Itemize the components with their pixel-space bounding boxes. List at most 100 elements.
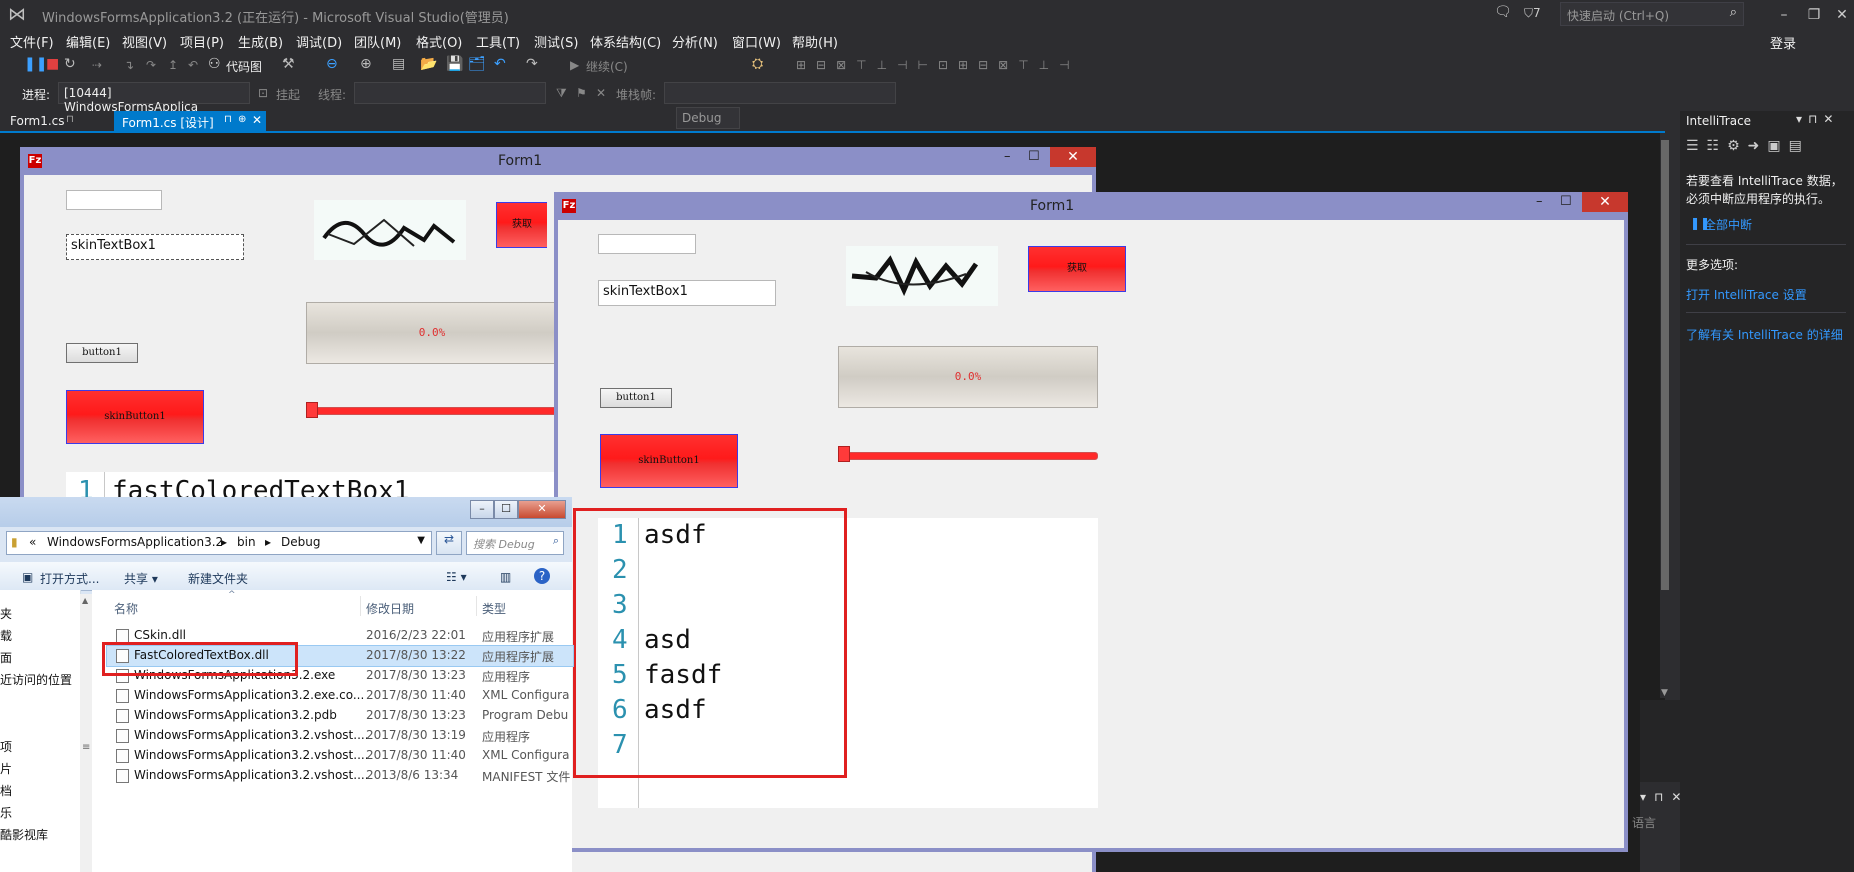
column-date[interactable]: 修改日期: [366, 600, 414, 617]
explorer-close-button[interactable]: ✕: [518, 500, 566, 519]
nav-item[interactable]: 酷影视库: [0, 826, 48, 843]
small-textbox[interactable]: [598, 234, 696, 254]
captcha-image[interactable]: [846, 246, 998, 306]
menu-team[interactable]: 团队(M): [354, 32, 401, 51]
open-settings-link[interactable]: 打开 IntelliTrace 设置: [1686, 286, 1807, 303]
address-dropdown-icon[interactable]: ▼: [417, 535, 425, 546]
show-next-statement-icon[interactable]: ⇢: [92, 58, 102, 72]
menu-build[interactable]: 生成(B): [238, 32, 283, 51]
search-input[interactable]: 搜索 Debug ⌕: [466, 531, 564, 555]
close-button[interactable]: ✕: [1828, 4, 1854, 26]
save-icon[interactable]: 💾: [446, 56, 463, 72]
new-folder-button[interactable]: 新建文件夹: [188, 570, 248, 587]
nav-item[interactable]: 载: [0, 627, 12, 644]
pin-icon[interactable]: ⊓: [224, 114, 232, 125]
address-prefix[interactable]: «: [29, 535, 36, 549]
suspend-icon[interactable]: ⊡: [258, 86, 268, 100]
tab-form1-cs[interactable]: Form1.cs ⊓: [2, 111, 112, 131]
menu-file[interactable]: 文件(F): [10, 32, 54, 51]
menu-debug[interactable]: 调试(D): [296, 32, 342, 51]
quick-launch-input[interactable]: 快速启动 (Ctrl+Q) ⌕: [1560, 2, 1744, 26]
file-name[interactable]: WindowsFormsApplication3.2.vshost....: [134, 768, 369, 782]
address-part[interactable]: bin: [237, 535, 256, 549]
scroll-down-icon[interactable]: ▼: [1661, 688, 1668, 698]
flag-threads-icon[interactable]: ⚑: [576, 86, 587, 100]
column-type[interactable]: 类型: [482, 600, 506, 617]
trackbar-thumb[interactable]: [838, 446, 850, 462]
nav-item[interactable]: 面: [0, 649, 12, 666]
address-bar[interactable]: ▮ « WindowsFormsApplication3.2 ▸ bin ▸ D…: [6, 531, 432, 555]
file-name[interactable]: WindowsFormsApplication3.2.vshost....: [134, 748, 369, 762]
code-map-icon[interactable]: ⚇: [208, 56, 221, 72]
nav-item[interactable]: 项: [0, 738, 12, 755]
address-part[interactable]: Debug: [281, 535, 320, 549]
form-minimize-button[interactable]: –: [1004, 149, 1011, 164]
pause-icon[interactable]: ❚❚: [24, 56, 47, 72]
restart-icon[interactable]: ↻: [64, 56, 76, 72]
trackbar-thumb-designer[interactable]: [306, 402, 318, 418]
intellitrace-toolbar-icons[interactable]: ☰☷⚙➜▣▤: [1686, 138, 1810, 154]
small-textbox[interactable]: [66, 190, 162, 210]
help-icon[interactable]: ?: [534, 568, 550, 584]
continue-label[interactable]: 继续(C): [586, 58, 628, 75]
menu-test[interactable]: 测试(S): [534, 32, 578, 51]
login-link[interactable]: 登录: [1770, 33, 1796, 52]
tools-icon[interactable]: ⚒: [282, 56, 295, 72]
undo-icon[interactable]: ↶: [494, 56, 506, 72]
get-button-designer[interactable]: 获取: [496, 202, 547, 248]
get-button[interactable]: 获取: [1028, 246, 1126, 292]
trackbar-designer[interactable]: [306, 407, 558, 415]
column-name[interactable]: 名称: [114, 600, 138, 617]
menu-edit[interactable]: 编辑(E): [66, 32, 110, 51]
find-icon[interactable]: ⛭: [752, 56, 763, 72]
step-back-icon[interactable]: ↶: [188, 58, 198, 72]
form-maximize-button[interactable]: ☐: [1028, 149, 1040, 164]
skin-textbox[interactable]: skinTextBox1: [598, 280, 776, 306]
nav-item[interactable]: 片: [0, 760, 12, 777]
menu-view[interactable]: 视图(V): [122, 32, 167, 51]
close-tab-icon[interactable]: ✕: [252, 113, 262, 127]
form-maximize-button[interactable]: ☐: [1560, 194, 1572, 209]
break-all-link[interactable]: 全部中断: [1704, 216, 1752, 233]
menu-tools[interactable]: 工具(T): [476, 32, 520, 51]
step-out-icon[interactable]: ↥: [168, 58, 178, 72]
preview-pane-icon[interactable]: ▥: [500, 570, 511, 584]
learn-more-link[interactable]: 了解有关 IntelliTrace 的详细: [1686, 326, 1854, 343]
keep-open-icon[interactable]: ⊕: [238, 114, 246, 125]
menu-architecture[interactable]: 体系结构(C): [590, 32, 661, 51]
file-name[interactable]: WindowsFormsApplication3.2.vshost....: [134, 728, 369, 742]
form-minimize-button[interactable]: –: [1536, 194, 1543, 209]
menu-analyze[interactable]: 分析(N): [672, 32, 718, 51]
scrollbar-thumb[interactable]: [1661, 140, 1669, 590]
explorer-maximize-button[interactable]: ☐: [494, 500, 518, 519]
navigate-forward-icon[interactable]: ⊕: [360, 56, 372, 72]
view-options-icon[interactable]: ☷ ▾: [446, 570, 467, 584]
notification-icon[interactable]: 🗨: [1494, 4, 1512, 20]
layout-tools-icons[interactable]: ⊞⊟⊠⊤⊥⊣⊢⊡⊞⊟⊠⊤⊥⊣: [796, 58, 1080, 72]
redo-icon[interactable]: ↷: [526, 56, 538, 72]
open-file-icon[interactable]: 📂: [420, 56, 437, 72]
file-name[interactable]: WindowsFormsApplication3.2.pdb: [134, 708, 337, 722]
form-close-button[interactable]: ✕: [1050, 147, 1096, 167]
thread-dropdown[interactable]: [354, 82, 546, 104]
menu-format[interactable]: 格式(O): [416, 32, 462, 51]
button1-designer[interactable]: button1: [66, 343, 138, 363]
minimize-button[interactable]: –: [1770, 4, 1798, 26]
step-over-icon[interactable]: ↷: [146, 58, 156, 72]
explorer-minimize-button[interactable]: –: [470, 500, 494, 519]
menu-project[interactable]: 项目(P): [180, 32, 224, 51]
feedback-flag[interactable]: ⛉7: [1524, 6, 1541, 21]
file-name[interactable]: WindowsFormsApplication3.2.exe.co...: [134, 688, 364, 702]
panel-window-controls[interactable]: ▾⊓✕: [1796, 112, 1839, 126]
address-part[interactable]: WindowsFormsApplication3.2: [47, 535, 223, 549]
suspend-label[interactable]: 挂起: [276, 86, 300, 103]
trackbar[interactable]: [838, 452, 1098, 460]
nav-scroll-up-icon[interactable]: ▲: [82, 596, 88, 605]
share-button[interactable]: 共享 ▾: [124, 570, 158, 587]
nav-item[interactable]: 乐: [0, 804, 12, 821]
skin-button-designer[interactable]: skinButton1: [66, 390, 204, 444]
navigate-back-icon[interactable]: ⊖: [326, 56, 338, 72]
continue-icon[interactable]: ▶: [570, 58, 579, 72]
open-with-button[interactable]: 打开方式...: [40, 570, 99, 587]
button1[interactable]: button1: [600, 388, 672, 408]
